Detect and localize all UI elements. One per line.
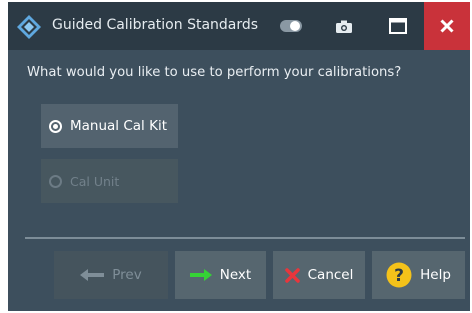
calibration-dialog: Guided Calibration Standards What would … bbox=[8, 2, 470, 311]
radio-selected-icon[interactable] bbox=[49, 119, 62, 133]
prev-button: Prev bbox=[54, 251, 168, 299]
prompt-text: What would you like to use to perform yo… bbox=[27, 65, 402, 80]
divider bbox=[25, 237, 465, 239]
toggle-icon bbox=[280, 20, 302, 32]
window-title: Guided Calibration Standards bbox=[52, 17, 259, 33]
close-icon bbox=[440, 19, 454, 33]
option-cal-unit: Cal Unit bbox=[41, 159, 178, 203]
option-manual-cal-kit[interactable]: Manual Cal Kit bbox=[41, 104, 178, 148]
svg-text:?: ? bbox=[394, 266, 404, 286]
x-mark-icon bbox=[284, 267, 300, 283]
maximize-icon bbox=[389, 18, 407, 34]
cancel-button[interactable]: Cancel bbox=[273, 251, 365, 299]
cancel-label: Cancel bbox=[307, 267, 354, 283]
option-label: Manual Cal Kit bbox=[70, 118, 167, 134]
close-button[interactable] bbox=[424, 2, 470, 50]
title-bar: Guided Calibration Standards bbox=[8, 2, 470, 50]
next-label: Next bbox=[219, 267, 252, 283]
camera-icon bbox=[336, 20, 352, 33]
maximize-button[interactable] bbox=[380, 2, 416, 50]
help-label: Help bbox=[420, 267, 451, 283]
help-button[interactable]: ? Help bbox=[372, 251, 465, 299]
screenshot-button[interactable] bbox=[328, 2, 360, 50]
prev-label: Prev bbox=[112, 267, 142, 283]
toggle-button[interactable] bbox=[274, 2, 308, 50]
rs-diamond-logo-icon bbox=[17, 15, 41, 39]
arrow-right-icon bbox=[189, 269, 212, 281]
radio-unselected-icon bbox=[49, 174, 62, 188]
option-label: Cal Unit bbox=[70, 173, 120, 189]
question-mark-icon: ? bbox=[386, 262, 412, 288]
arrow-left-icon bbox=[80, 269, 105, 281]
next-button[interactable]: Next bbox=[175, 251, 266, 299]
